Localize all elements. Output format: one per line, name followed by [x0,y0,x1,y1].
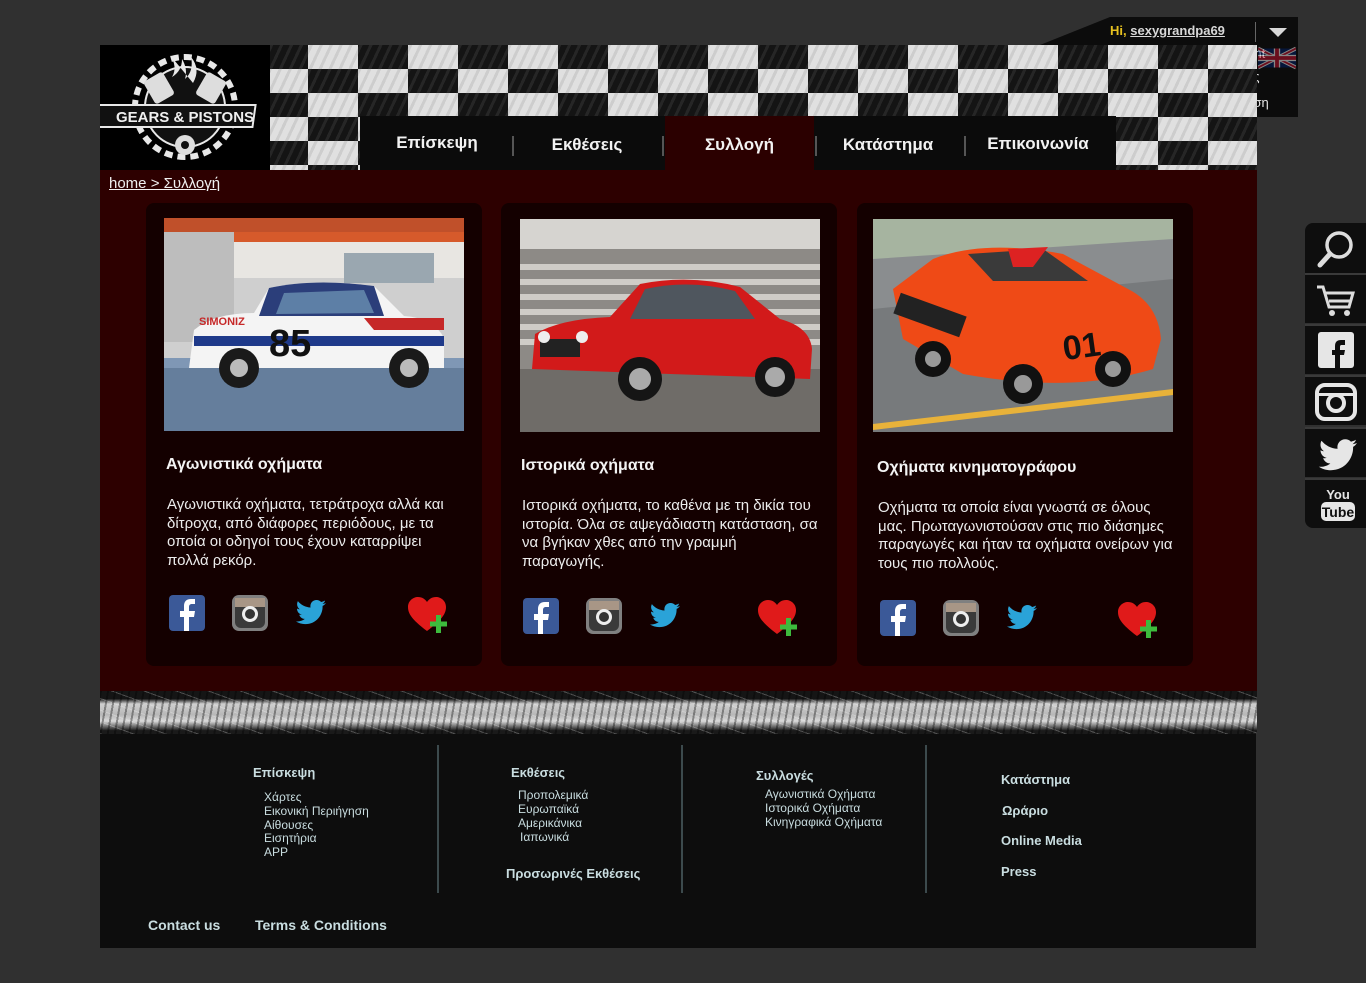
rail-search-button[interactable] [1305,223,1366,273]
instagram-icon[interactable] [232,595,268,631]
footer-link[interactable]: Χάρτες [264,790,301,804]
footer-link[interactable]: Ιστορικά Οχήματα [765,801,860,815]
footer-divider [437,745,439,893]
youtube-icon: You Tube [1321,487,1355,521]
rail-youtube-button[interactable]: You Tube [1305,478,1366,528]
historic-car-photo[interactable] [520,219,820,432]
tab-collection[interactable]: Συλλογή [665,116,814,170]
footer-link-hours[interactable]: Ωράριο [1002,803,1048,818]
search-icon [1317,231,1353,268]
greeting-text: Hi, [1110,23,1127,38]
svg-text:Tube: Tube [1322,504,1355,520]
favorite-add-icon[interactable] [1116,600,1162,640]
rail-twitter-button[interactable] [1305,427,1366,477]
svg-text:You: You [1326,487,1350,502]
footer-link-press[interactable]: Press [1001,864,1036,879]
facebook-icon[interactable] [523,598,559,634]
footer-link[interactable]: Εισητήρια [264,831,317,845]
instagram-icon[interactable] [586,598,622,634]
stone-texture-band [100,691,1257,734]
footer-link[interactable]: Προπολεμικά [518,788,588,802]
social-rail: You Tube [1305,223,1366,528]
footer-link[interactable]: Κινηγραφικά Οχήματα [765,815,882,829]
footer-link[interactable]: Αίθουσες [264,818,313,832]
main-content: home > Συλλογή SIMONIZ 85 Αγωνιστικά οχή… [100,170,1257,691]
card-description: Οχήματα τα οποία είναι γνωστά σε όλους μ… [878,499,1173,572]
facebook-icon [1318,332,1354,368]
favorite-add-icon[interactable] [406,595,452,635]
terms-link[interactable]: Terms & Conditions [255,917,387,933]
site-logo[interactable]: GEARS & PISTONS [93,45,270,170]
contact-us-link[interactable]: Contact us [148,917,220,933]
favorite-add-icon[interactable] [756,598,802,638]
facebook-icon[interactable] [880,600,916,636]
twitter-icon[interactable] [1003,600,1039,636]
cart-icon [1317,285,1355,316]
user-greeting: Hi, sexygrandpa69 [1110,23,1225,38]
main-nav: Επίσκεψη Εκθέσεις Συλλογή Κατάστημα Επικ… [360,116,1116,170]
footer-temporary-exhibitions[interactable]: Προσωρινές Εκθέσεις [506,866,640,881]
username-link[interactable]: sexygrandpa69 [1130,23,1225,38]
tab-contact[interactable]: Επικοινωνία [963,116,1113,170]
footer-link[interactable]: Αγωνιστικά Οχήματα [765,787,875,801]
collection-card-movie[interactable]: 01 Οχήματα κινηματογράφου Οχήματα τα οπο… [857,203,1193,666]
tab-shop[interactable]: Κατάστημα [813,116,963,170]
collection-card-historic[interactable]: Ιστορικά οχήματα Ιστορικά οχήματα, το κα… [501,203,837,666]
twitter-icon[interactable] [292,595,328,631]
footer-link-online-media[interactable]: Online Media [1001,833,1082,848]
user-bar-slope [1040,17,1110,45]
racing-car-photo[interactable]: SIMONIZ 85 [164,218,464,431]
movie-car-photo[interactable]: 01 [873,219,1173,432]
chevron-down-icon[interactable] [1269,28,1287,37]
gears-pistons-logo-icon: GEARS & PISTONS [93,54,257,160]
rail-facebook-button[interactable] [1305,324,1366,374]
rail-instagram-button[interactable] [1305,375,1366,425]
footer-col-collections-title[interactable]: Συλλογές [756,768,813,783]
user-bar-divider [1255,22,1256,42]
card-title: Αγωνιστικά οχήματα [166,456,323,473]
footer-link[interactable]: Εικονική Περιήγηση [264,804,369,818]
svg-text:GEARS & PISTONS: GEARS & PISTONS [116,109,254,126]
user-bar: Hi, sexygrandpa69 [1040,17,1298,45]
card-title: Οχήματα κινηματογράφου [877,459,1077,476]
footer-link[interactable]: APP [264,845,288,859]
footer-col-visit-title[interactable]: Επίσκεψη [253,765,315,780]
footer-link-shop[interactable]: Κατάστημα [1001,772,1070,787]
instagram-icon [1315,383,1357,421]
footer-link[interactable]: Ευρωπαϊκά [518,802,579,816]
tab-exhibitions[interactable]: Εκθέσεις [512,116,662,170]
twitter-icon[interactable] [646,598,682,634]
svg-text:SIMONIZ: SIMONIZ [199,316,245,328]
tab-visit[interactable]: Επίσκεψη [362,116,512,170]
footer-link[interactable]: Αμερικάνικα [518,816,582,830]
footer-col-exhibitions-title[interactable]: Εκθέσεις [511,765,565,780]
collection-card-racing[interactable]: SIMONIZ 85 Αγωνιστικά οχήματα Αγωνιστικά… [146,203,482,666]
facebook-icon[interactable] [169,595,205,631]
footer-divider [681,745,683,893]
card-description: Ιστορικά οχήματα, το καθένα με τη δικία … [522,497,818,570]
footer-link[interactable]: Ιαπωνικά [520,830,569,844]
card-title: Ιστορικά οχήματα [521,457,655,474]
twitter-icon [1318,439,1357,471]
footer-divider [925,745,927,893]
uk-flag-icon[interactable] [1258,44,1296,72]
svg-text:85: 85 [269,323,311,365]
site-footer: Επίσκεψη Χάρτες Εικονική Περιήγηση Αίθου… [100,734,1256,948]
nav-divider [662,136,664,156]
breadcrumb[interactable]: home > Συλλογή [109,175,220,192]
instagram-icon[interactable] [943,600,979,636]
rail-cart-button[interactable] [1305,273,1366,323]
card-description: Αγωνιστικά οχήματα, τετράτροχα αλλά και … [167,496,444,569]
